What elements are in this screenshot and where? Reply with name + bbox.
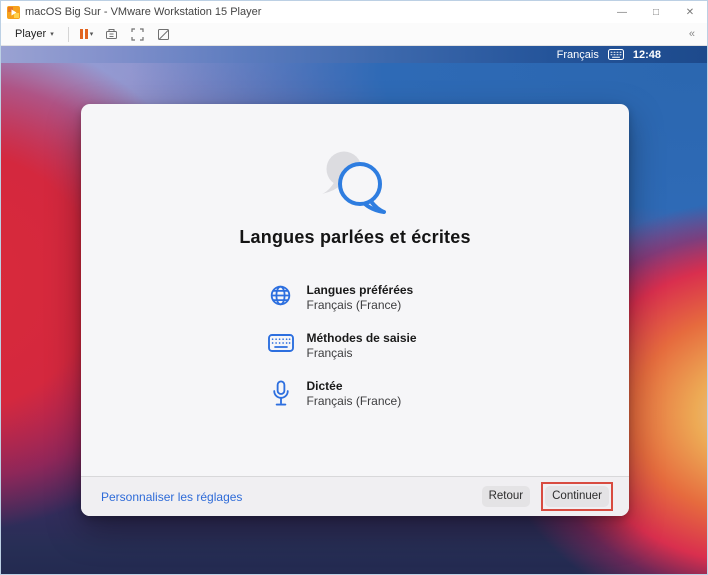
menubar-clock: 12:48 — [632, 48, 661, 61]
item-title: Langues préférées — [306, 283, 414, 297]
window-titlebar: macOS Big Sur - VMware Workstation 15 Pl… — [1, 1, 707, 23]
minimize-button[interactable]: — — [605, 1, 639, 23]
dialog-title: Langues parlées et écrites — [239, 227, 471, 247]
microphone-icon — [268, 380, 294, 407]
item-value: Français — [306, 346, 353, 360]
item-value: Français (France) — [306, 394, 402, 408]
chevron-down-icon: ▾ — [89, 30, 94, 38]
vmware-player-logo-icon — [7, 5, 20, 19]
back-button[interactable]: Retour — [481, 486, 531, 507]
macos-menubar: Français 12:48 — [1, 46, 707, 63]
unity-mode-button[interactable] — [152, 25, 174, 44]
chevron-down-icon: ▾ — [50, 30, 54, 38]
keyboard-icon — [267, 332, 294, 352]
pause-vm-button[interactable]: ▾ — [77, 27, 97, 41]
list-item-preferred-languages: Langues préférées Français (France) — [268, 283, 443, 313]
vmware-toolbar: Player ▾ ▾ « — [1, 23, 707, 46]
pause-icon — [79, 29, 88, 39]
dialog-footer: Personnaliser les réglages Retour Contin… — [81, 476, 629, 516]
continue-button[interactable]: Continuer — [545, 486, 609, 507]
globe-icon — [268, 284, 294, 307]
collapse-toolbar-button[interactable]: « — [685, 28, 699, 40]
speech-bubbles-icon — [322, 151, 386, 214]
language-setup-dialog: Langues parlées et écrites Langues préfé… — [81, 104, 629, 516]
item-title: Dictée — [306, 379, 343, 393]
customize-settings-link[interactable]: Personnaliser les réglages — [101, 490, 242, 504]
fullscreen-icon — [131, 27, 144, 41]
player-menu-label: Player — [15, 28, 47, 40]
red-highlight-annotation: Continuer — [541, 482, 613, 511]
input-source-menu[interactable]: Français — [557, 49, 599, 61]
maximize-button[interactable]: □ — [639, 1, 673, 23]
vm-display: Français 12:48 Langues parlées et écrite… — [1, 46, 707, 574]
fullscreen-button[interactable] — [126, 25, 148, 44]
vmware-player-window: macOS Big Sur - VMware Workstation 15 Pl… — [0, 0, 708, 575]
list-item-input-methods: Méthodes de saisie Français — [267, 331, 443, 361]
close-button[interactable]: ✕ — [673, 1, 707, 23]
item-value: Français (France) — [306, 298, 402, 312]
list-item-dictation: Dictée Français (France) — [268, 379, 443, 409]
send-ctrl-alt-del-icon — [105, 28, 117, 39]
window-title: macOS Big Sur - VMware Workstation 15 Pl… — [25, 6, 262, 18]
item-title: Méthodes de saisie — [306, 331, 417, 345]
player-menu-button[interactable]: Player ▾ — [9, 26, 60, 42]
toolbar-separator — [67, 26, 69, 42]
language-settings-list: Langues préférées Français (France) Méth… — [267, 283, 443, 409]
unity-mode-icon — [157, 28, 169, 40]
keyboard-layout-icon[interactable] — [607, 49, 624, 60]
send-ctrl-alt-del-button[interactable] — [100, 25, 122, 44]
